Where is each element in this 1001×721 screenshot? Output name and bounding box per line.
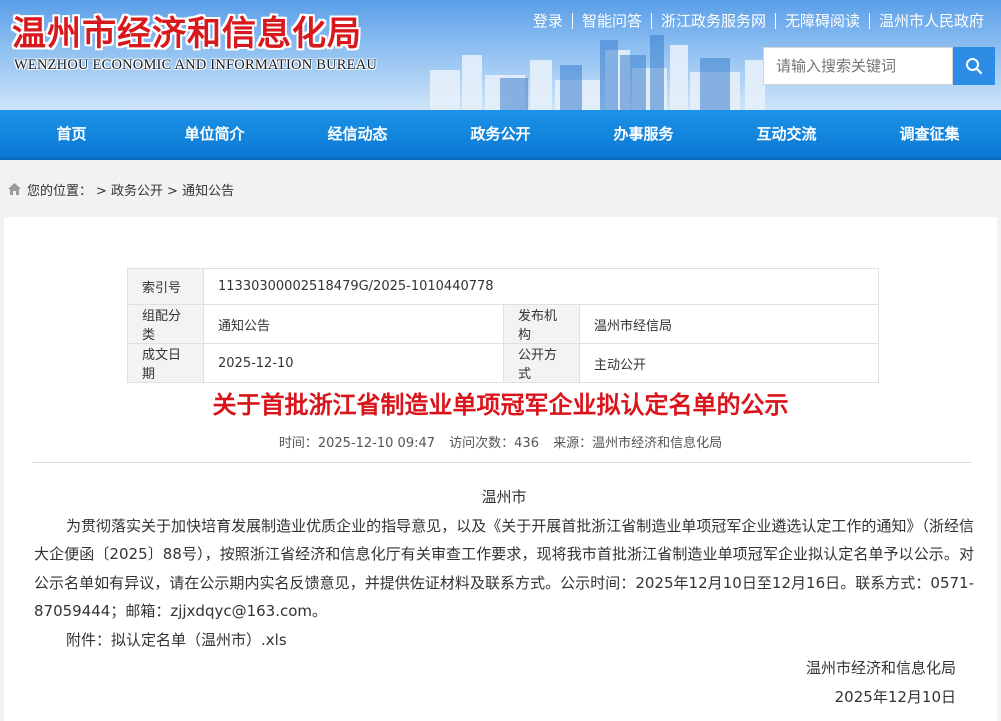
divider [32, 462, 972, 463]
category-value: 通知公告 [203, 304, 504, 344]
breadcrumb-label: 您的位置： [27, 183, 93, 199]
date-value: 2025-12-10 [203, 343, 504, 383]
smart-qa-link[interactable]: 智能问答 [573, 10, 651, 31]
nav-interaction[interactable]: 互动交流 [715, 110, 858, 157]
view-count: 访问次数：436 [449, 436, 539, 451]
nav-home[interactable]: 首页 [0, 110, 143, 157]
publisher-label: 发布机构 [503, 304, 580, 344]
open-method-value: 主动公开 [579, 343, 879, 383]
search-button[interactable] [953, 47, 995, 85]
article-body: 温州市 为贯彻落实关于加快培育发展制造业优质企业的指导意见，以及《关于开展首批浙… [34, 483, 974, 711]
sign-date: 2025年12月10日 [834, 687, 956, 706]
nav-news[interactable]: 经信动态 [286, 110, 429, 157]
index-label: 索引号 [127, 268, 204, 305]
breadcrumb-item-gov-affairs[interactable]: > 政务公开 [96, 180, 163, 199]
nav-about[interactable]: 单位简介 [143, 110, 286, 157]
article-container: 索引号 11330300002518479G/2025-1010440778 组… [4, 217, 997, 721]
nav-services[interactable]: 办事服务 [572, 110, 715, 157]
login-link[interactable]: 登录 [524, 10, 572, 31]
city-gov-link[interactable]: 温州市人民政府 [870, 10, 993, 31]
signature: 温州市经济和信息化局 [805, 659, 956, 677]
publisher-value: 温州市经信局 [579, 304, 879, 344]
article-info: 时间：2025-12-10 09:47 访问次数：436 来源：温州市经济和信息… [4, 432, 997, 451]
search-input[interactable] [764, 48, 952, 84]
breadcrumb-item-notices[interactable]: > 通知公告 [167, 180, 234, 199]
nav-survey[interactable]: 调查征集 [858, 110, 1001, 157]
category-label: 组配分类 [127, 304, 204, 344]
open-method-label: 公开方式 [503, 343, 580, 383]
article-source: 来源：温州市经济和信息化局 [553, 436, 723, 451]
nav-gov-affairs[interactable]: 政务公开 [429, 110, 572, 157]
article-meta-table: 索引号 11330300002518479G/2025-1010440778 组… [127, 268, 879, 383]
publish-time: 时间：2025-12-10 09:47 [278, 436, 436, 451]
date-label: 成文日期 [127, 343, 204, 383]
zj-gov-service-link[interactable]: 浙江政务服务网 [652, 10, 775, 31]
search-icon [966, 58, 983, 75]
main-nav: 首页 单位简介 经信动态 政务公开 办事服务 互动交流 调查征集 [0, 110, 1001, 160]
index-value: 11330300002518479G/2025-1010440778 [203, 268, 879, 305]
body-paragraph: 为贯彻落实关于加快培育发展制造业优质企业的指导意见，以及《关于开展首批浙江省制造… [34, 516, 974, 621]
home-icon [8, 183, 21, 195]
site-title: 温州市经济和信息化局 [12, 14, 362, 54]
breadcrumb: 您的位置： > 政务公开 > 通知公告 [0, 170, 1001, 208]
article-title: 关于首批浙江省制造业单项冠军企业拟认定名单的公示 [212, 391, 789, 419]
attachment-link[interactable]: 附件：拟认定名单（温州市）.xls [34, 626, 974, 655]
top-links: 登录 智能问答 浙江政务服务网 无障碍阅读 温州市人民政府 [524, 10, 993, 31]
accessibility-link[interactable]: 无障碍阅读 [776, 10, 869, 31]
site-title-english: WENZHOU ECONOMIC AND INFORMATION BUREAU [14, 57, 378, 73]
salutation: 温州市 [481, 488, 527, 506]
search-box [763, 47, 953, 85]
site-header: 温州市经济和信息化局 WENZHOU ECONOMIC AND INFORMAT… [0, 0, 1001, 110]
